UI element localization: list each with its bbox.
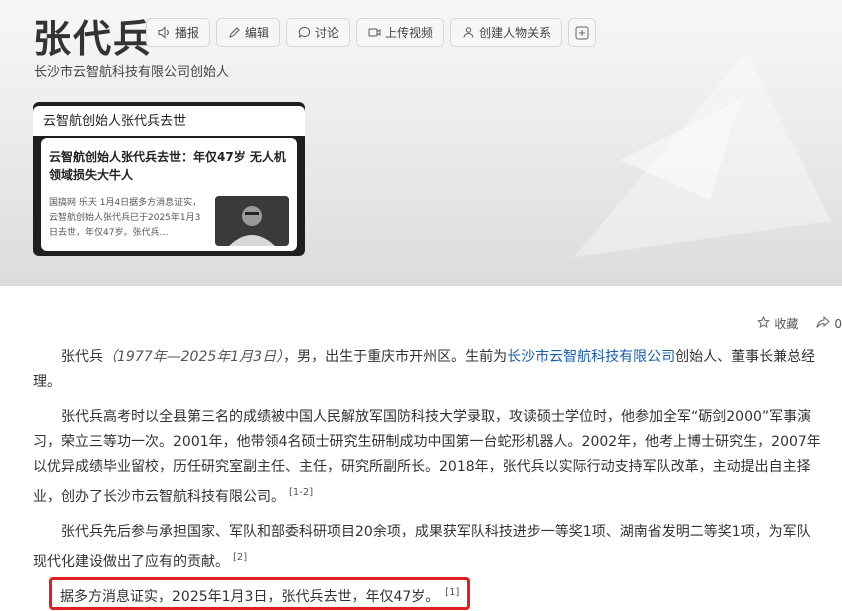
news-card-heading: 云智航创始人张代兵去世 xyxy=(33,106,305,136)
news-thumbnail xyxy=(215,196,289,246)
upload-video-button[interactable]: 上传视频 xyxy=(356,18,445,47)
relation-icon xyxy=(461,26,475,40)
upload-video-label: 上传视频 xyxy=(385,26,434,40)
create-relation-button[interactable]: 创建人物关系 xyxy=(450,18,563,47)
video-icon xyxy=(367,26,381,40)
edit-button[interactable]: 编辑 xyxy=(216,18,281,47)
more-button[interactable] xyxy=(568,18,597,47)
person-subtitle: 长沙市云智航科技有限公司创始人 xyxy=(34,65,230,80)
death-text: 据多方消息证实，2025年1月3日，张代兵去世，年仅47岁。 xyxy=(60,589,440,605)
news-card-body[interactable]: 云智航创始人张代兵去世：年仅47岁 无人机领域损失大牛人 国搞网 乐天 1月4日… xyxy=(41,138,297,251)
discuss-label: 讨论 xyxy=(315,26,340,40)
article-actions: 收藏 0 xyxy=(757,315,842,332)
person-name-inline: 张代兵 xyxy=(61,349,103,365)
collect-button[interactable]: 收藏 xyxy=(757,315,798,332)
article-content: 张代兵（1977年—2025年1月3日），男，出生于重庆市开州区。生前为长沙市云… xyxy=(33,345,823,585)
broadcast-label: 播报 xyxy=(175,26,200,40)
life-dates: （1977年—2025年1月3日） xyxy=(103,349,284,365)
news-snippet: 国搞网 乐天 1月4日据多方消息证实，云智航创始人张代兵已于2025年1月3日去… xyxy=(49,198,202,238)
share-count: 0 xyxy=(834,316,842,331)
news-title[interactable]: 云智航创始人张代兵去世：年仅47岁 无人机领域损失大牛人 xyxy=(49,148,289,184)
share-button[interactable]: 0 xyxy=(816,315,842,332)
header-banner: 张代兵 长沙市云智航科技有限公司创始人 播报 编辑 讨论 上传视频 创建人物关系… xyxy=(0,0,842,286)
career-paragraph: 张代兵高考时以全县第三名的成绩被中国人民解放军国防科技大学录取，攻读硕士学位时，… xyxy=(33,405,823,510)
edit-label: 编辑 xyxy=(245,26,270,40)
broadcast-button[interactable]: 播报 xyxy=(146,18,211,47)
reference-link[interactable]: [1] xyxy=(445,587,459,598)
edit-icon xyxy=(227,26,241,40)
career-text: 张代兵高考时以全县第三名的成绩被中国人民解放军国防科技大学录取，攻读硕士学位时，… xyxy=(33,409,821,505)
create-relation-label: 创建人物关系 xyxy=(479,26,552,40)
achievement-paragraph: 张代兵先后参与承担国家、军队和部委科研项目20余项，成果获军队科技进步一等奖1项… xyxy=(33,520,823,575)
chat-icon xyxy=(297,26,311,40)
news-card[interactable]: 云智航创始人张代兵去世 云智航创始人张代兵去世：年仅47岁 无人机领域损失大牛人… xyxy=(33,102,305,256)
reference-link[interactable]: [1-2] xyxy=(289,487,313,498)
speaker-icon xyxy=(157,26,171,40)
share-icon xyxy=(816,315,831,332)
toolbar: 播报 编辑 讨论 上传视频 创建人物关系 xyxy=(146,18,597,47)
star-icon xyxy=(757,315,771,332)
achievement-text: 张代兵先后参与承担国家、军队和部委科研项目20余项，成果获军队科技进步一等奖1项… xyxy=(33,524,811,570)
intro-paragraph: 张代兵（1977年—2025年1月3日），男，出生于重庆市开州区。生前为长沙市云… xyxy=(33,345,823,395)
page-title: 张代兵 xyxy=(33,17,154,61)
collect-label: 收藏 xyxy=(774,317,799,331)
intro-text: ，男，出生于重庆市开州区。生前为 xyxy=(283,349,508,365)
company-link[interactable]: 长沙市云智航科技有限公司 xyxy=(507,349,675,365)
reference-link[interactable]: [2] xyxy=(233,552,247,563)
discuss-button[interactable]: 讨论 xyxy=(286,18,351,47)
plus-icon xyxy=(575,26,589,40)
death-paragraph: 据多方消息证实，2025年1月3日，张代兵去世，年仅47岁。 [1] xyxy=(60,582,459,608)
